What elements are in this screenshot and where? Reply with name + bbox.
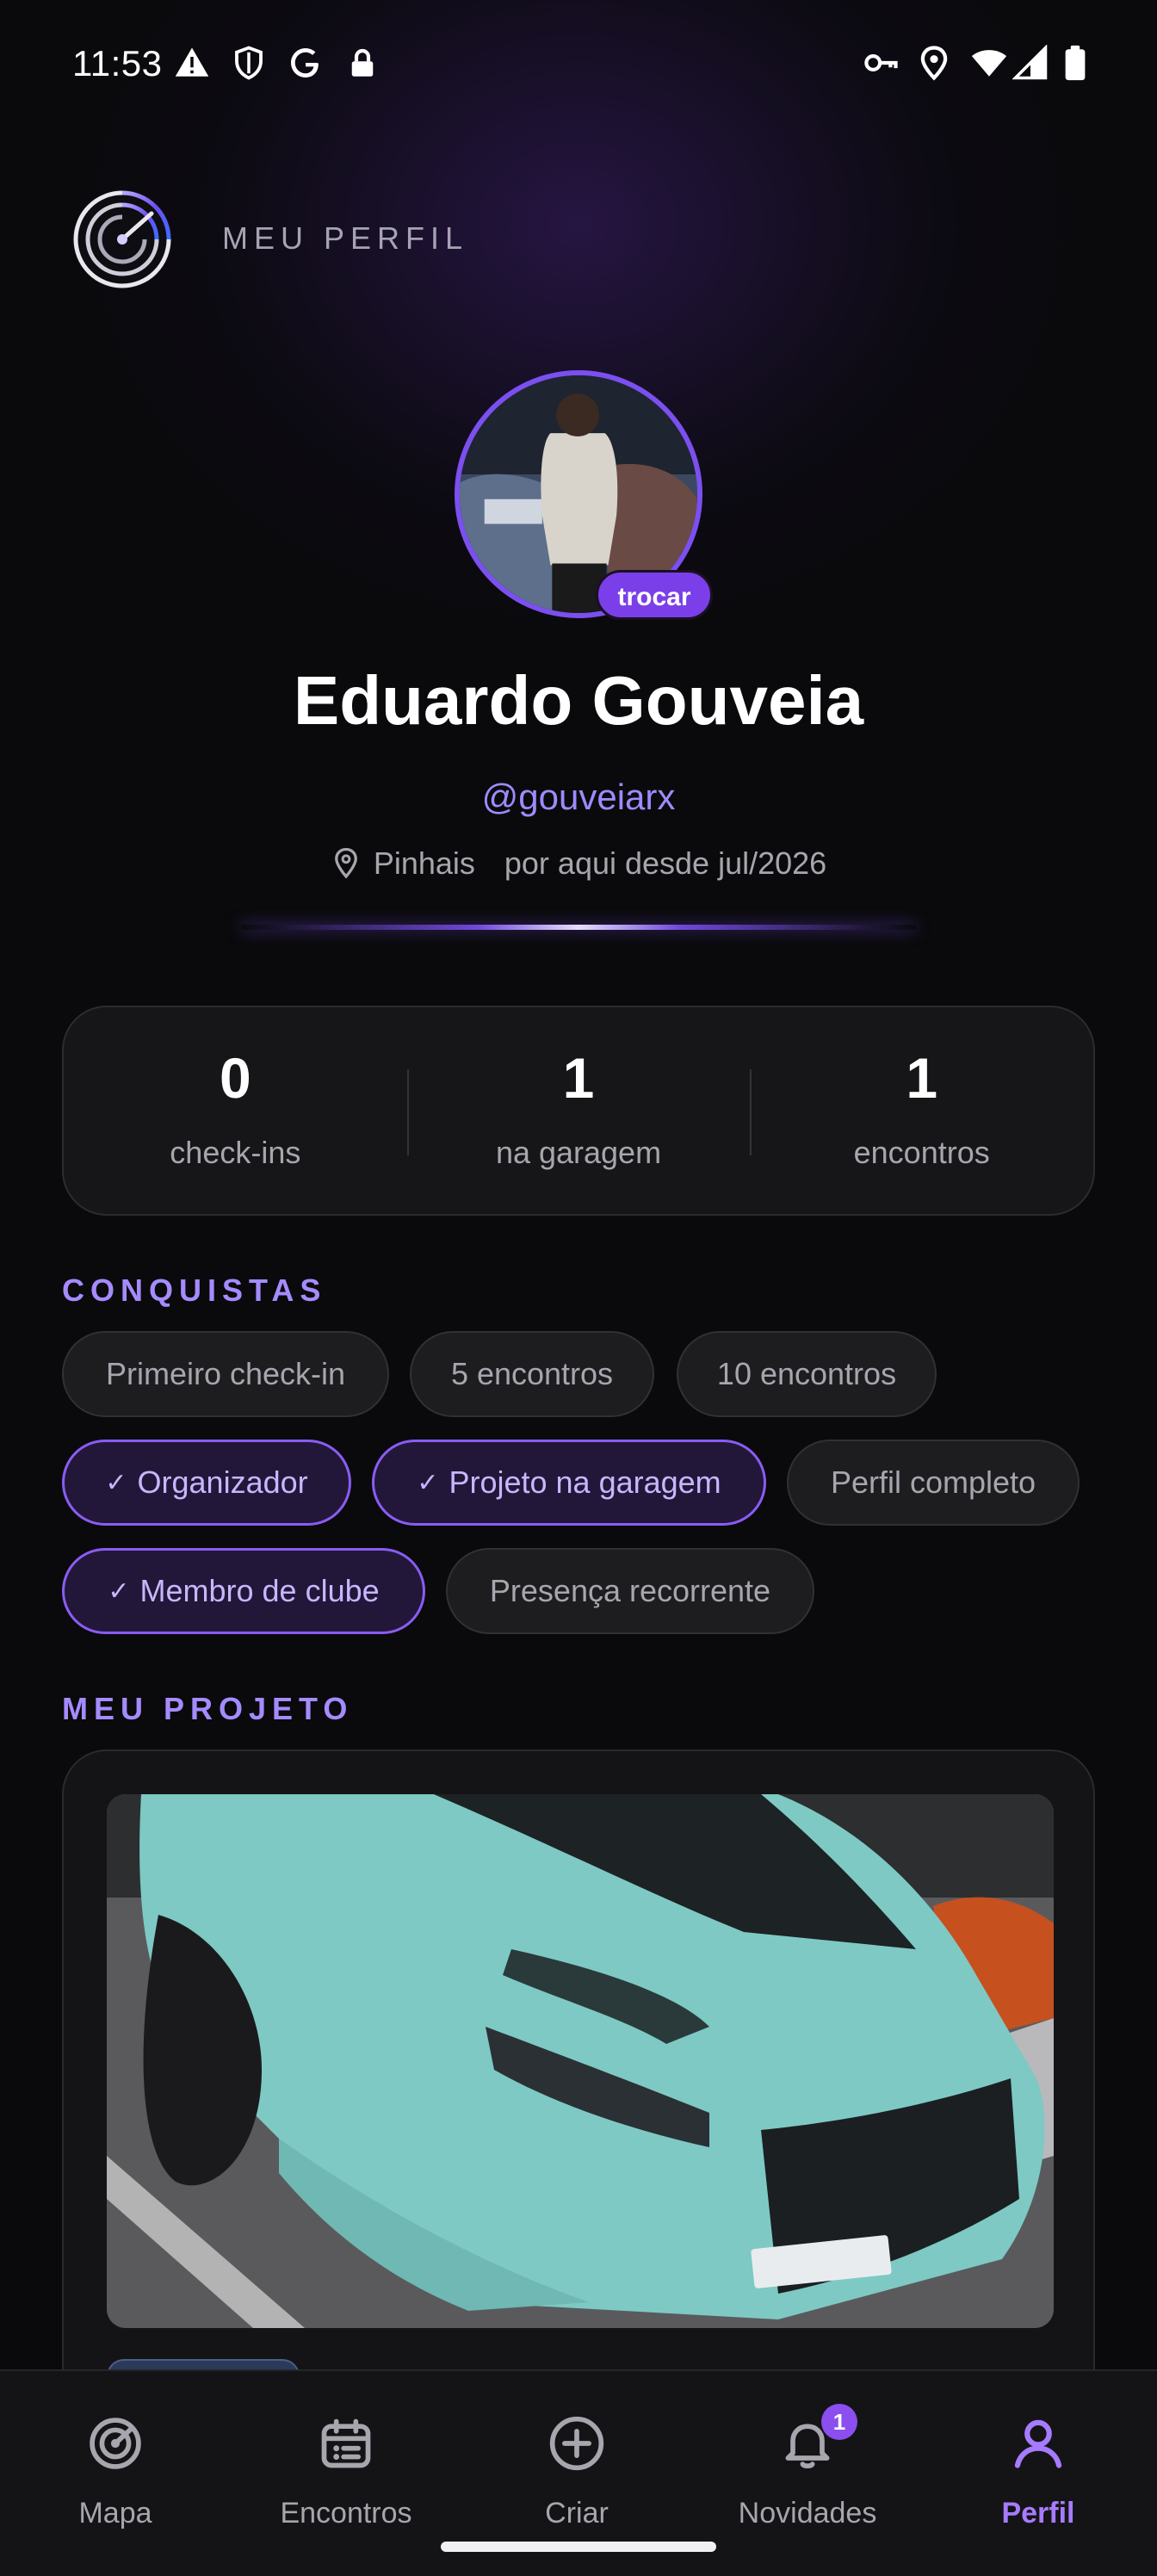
chip-label: Primeiro check-in xyxy=(105,1356,346,1391)
nav-label: Perfil xyxy=(1001,2497,1075,2530)
chip-label: Perfil completo xyxy=(830,1464,1036,1500)
shield-icon xyxy=(231,45,267,81)
wifi-icon xyxy=(969,45,1009,81)
chip-label: Organizador xyxy=(137,1464,308,1500)
achievement-chip: Primeiro check-in xyxy=(62,1331,389,1417)
nav-item-news[interactable]: 1 Novidades xyxy=(692,2371,923,2543)
profile-screen: 11:53 MEU PERFIL trocar Eduardo Gouveia … xyxy=(0,0,1157,2576)
lock-icon xyxy=(344,45,381,81)
stat-label: na garagem xyxy=(495,1135,662,1170)
key-icon xyxy=(863,45,899,81)
bottom-navigation: Mapa Encontros Criar 1 Novidades Perfil xyxy=(0,2369,1157,2576)
achievement-chip-earned: ✓ Projeto na garagem xyxy=(372,1440,766,1526)
stats-card: 0 check-ins 1 na garagem 1 encontros xyxy=(62,1006,1095,1216)
stat-garage: 1 na garagem xyxy=(406,1007,751,1214)
nav-label: Encontros xyxy=(280,2497,412,2530)
alert-triangle-icon xyxy=(174,45,210,81)
member-since: por aqui desde jul/2026 xyxy=(504,845,827,881)
nav-item-map[interactable]: Mapa xyxy=(0,2371,231,2543)
location-pin-icon xyxy=(331,846,362,881)
chip-label: Presença recorrente xyxy=(489,1573,771,1608)
radar-icon xyxy=(86,2414,145,2473)
check-icon: ✓ xyxy=(105,1468,127,1497)
plus-circle-icon xyxy=(548,2414,606,2473)
home-indicator[interactable] xyxy=(441,2542,716,2552)
signal-icon xyxy=(1012,45,1049,81)
stat-label: encontros xyxy=(853,1135,990,1170)
achievement-chip: Presença recorrente xyxy=(446,1548,814,1634)
nav-label: Criar xyxy=(545,2497,609,2530)
profile-name: Eduardo Gouveia xyxy=(293,662,864,739)
nav-item-meetups[interactable]: Encontros xyxy=(231,2371,461,2543)
glow-divider xyxy=(241,925,916,930)
stat-label: check-ins xyxy=(170,1135,301,1170)
change-photo-button[interactable]: trocar xyxy=(596,570,713,620)
stat-value: 1 xyxy=(906,1046,938,1110)
chip-label: Projeto na garagem xyxy=(449,1464,721,1500)
chip-label: Membro de clube xyxy=(139,1573,380,1608)
nav-item-create[interactable]: Criar xyxy=(461,2371,692,2543)
stat-value: 0 xyxy=(219,1046,251,1110)
achievement-chip: 5 encontros xyxy=(410,1331,654,1417)
notification-badge: 1 xyxy=(821,2404,857,2440)
battery-icon xyxy=(1062,45,1088,81)
profile-city: Pinhais xyxy=(373,845,475,881)
calendar-icon xyxy=(317,2414,375,2473)
check-icon: ✓ xyxy=(417,1468,439,1497)
status-time: 11:53 xyxy=(72,43,163,84)
profile-username: @gouveiarx xyxy=(481,777,676,817)
location-pin-icon xyxy=(916,45,952,81)
chip-label: 10 encontros xyxy=(716,1356,897,1391)
nav-label: Mapa xyxy=(78,2497,152,2530)
page-title: MEU PERFIL xyxy=(222,220,469,256)
project-car-photo[interactable] xyxy=(107,1794,1054,2328)
google-icon xyxy=(288,45,324,81)
check-icon: ✓ xyxy=(108,1576,130,1606)
location-row: Pinhais por aqui desde jul/2026 xyxy=(0,845,1157,882)
stat-value: 1 xyxy=(562,1046,595,1110)
radar-logo-icon xyxy=(69,186,176,293)
user-icon xyxy=(1009,2414,1067,2473)
achievement-chip-earned: ✓ Membro de clube xyxy=(62,1548,425,1634)
nav-item-profile[interactable]: Perfil xyxy=(923,2371,1154,2543)
project-title: MEU PROJETO xyxy=(62,1691,354,1726)
status-bar: 11:53 xyxy=(0,0,1157,138)
stat-checkins: 0 check-ins xyxy=(64,1007,407,1214)
achievement-chip: 10 encontros xyxy=(677,1331,937,1417)
nav-label: Novidades xyxy=(738,2497,877,2530)
stat-meetups: 1 encontros xyxy=(750,1007,1093,1214)
achievement-chip: Perfil completo xyxy=(787,1440,1080,1526)
chip-label: 5 encontros xyxy=(450,1356,614,1391)
achievements-title: CONQUISTAS xyxy=(62,1273,327,1308)
achievement-chip-earned: ✓ Organizador xyxy=(62,1440,351,1526)
